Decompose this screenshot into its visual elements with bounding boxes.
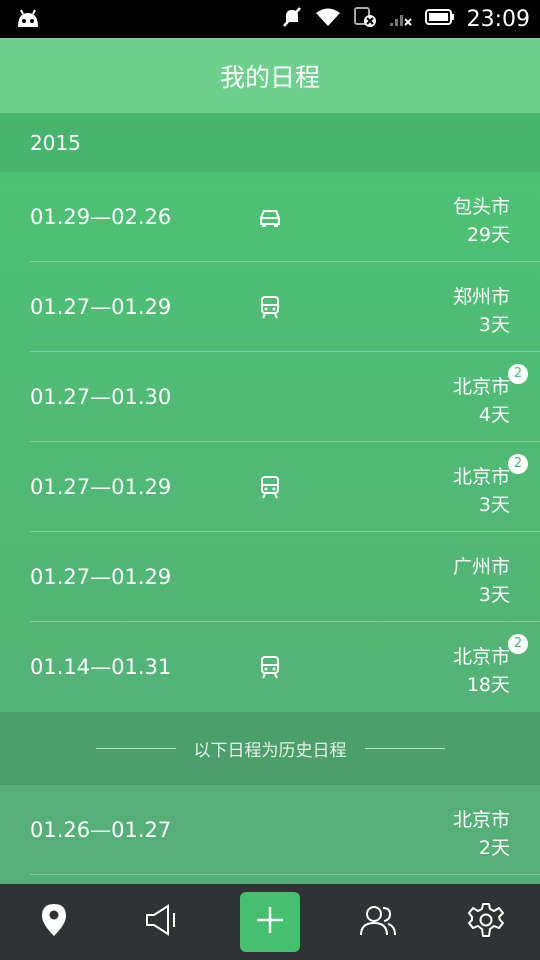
schedule-item[interactable]: 01.27—01.29 广州市 3天 — [0, 532, 540, 622]
schedule-duration: 2天 — [478, 837, 510, 859]
schedule-city: 北京市 — [452, 376, 510, 398]
schedule-dates: 01.29—02.26 — [30, 205, 172, 229]
schedule-duration: 3天 — [478, 314, 510, 336]
schedule-city: 北京市 — [452, 809, 510, 831]
schedule-item[interactable]: 01.14—01.31 北京市 18天 2 — [0, 622, 540, 712]
schedule-list[interactable]: 2015 01.29—02.26 包头市 29天 01.27—01.29 郑州市… — [0, 113, 540, 884]
wifi-icon — [315, 7, 341, 31]
train-icon — [258, 475, 282, 499]
speaker-icon — [144, 902, 180, 942]
train-icon — [258, 295, 282, 319]
schedule-duration: 3天 — [478, 584, 510, 606]
nav-broadcast-button[interactable] — [108, 884, 216, 960]
schedule-dates: 01.14—01.31 — [30, 655, 172, 679]
schedule-item[interactable]: 01.27—01.30 北京市 4天 2 — [0, 352, 540, 442]
member-count-badge: 2 — [508, 364, 528, 384]
clock: 23:09 — [466, 6, 530, 32]
schedule-city: 北京市 — [452, 646, 510, 668]
year-label: 2015 — [30, 130, 81, 155]
schedule-item[interactable]: 01.29—02.26 包头市 29天 — [0, 172, 540, 262]
history-divider: 以下日程为历史日程 — [0, 712, 540, 785]
page-title: 我的日程 — [219, 62, 320, 92]
divider — [30, 874, 540, 875]
signal-icon — [389, 7, 413, 31]
settings-gear-icon — [468, 902, 504, 942]
schedule-city: 广州市 — [452, 556, 510, 578]
people-icon — [359, 903, 397, 941]
nav-add-button[interactable] — [216, 884, 324, 960]
page-title-bar: 我的日程 — [0, 38, 540, 113]
car-icon — [258, 205, 282, 229]
schedule-dates: 01.27—01.29 — [30, 565, 172, 589]
location-pin-icon — [40, 902, 68, 942]
add-schedule-button[interactable] — [240, 892, 300, 952]
android-notification-icon — [14, 7, 42, 33]
schedule-dates: 01.26—01.27 — [30, 818, 172, 842]
schedule-dates: 01.27—01.29 — [30, 295, 172, 319]
battery-icon — [424, 8, 455, 30]
nav-contacts-button[interactable] — [324, 884, 432, 960]
bottom-nav — [0, 884, 540, 960]
member-count-badge: 2 — [508, 454, 528, 474]
train-icon — [258, 655, 282, 679]
schedule-dates: 01.27—01.29 — [30, 475, 172, 499]
add-icon — [255, 905, 285, 939]
schedule-city: 郑州市 — [452, 286, 510, 308]
year-section-header: 2015 — [0, 113, 540, 172]
schedule-dates: 01.27—01.30 — [30, 385, 172, 409]
schedule-duration: 3天 — [478, 494, 510, 516]
schedule-city: 北京市 — [452, 466, 510, 488]
sim-card-icon — [353, 6, 377, 32]
schedule-duration: 18天 — [466, 674, 510, 696]
schedule-item[interactable]: 01.27—01.29 郑州市 3天 — [0, 262, 540, 352]
nav-settings-button[interactable] — [432, 884, 540, 960]
schedule-city: 包头市 — [452, 196, 510, 218]
status-bar: 23:09 — [0, 0, 540, 38]
mute-icon — [281, 6, 303, 32]
nav-location-button[interactable] — [0, 884, 108, 960]
history-schedule-item[interactable]: 01.26—01.27 北京市 2天 — [0, 785, 540, 875]
schedule-duration: 29天 — [466, 224, 510, 246]
schedule-duration: 4天 — [478, 404, 510, 426]
member-count-badge: 2 — [508, 634, 528, 654]
divider-line — [95, 748, 176, 749]
schedule-item[interactable]: 01.27—01.29 北京市 3天 2 — [0, 442, 540, 532]
history-label: 以下日程为历史日程 — [193, 741, 347, 761]
divider-line — [364, 748, 445, 749]
